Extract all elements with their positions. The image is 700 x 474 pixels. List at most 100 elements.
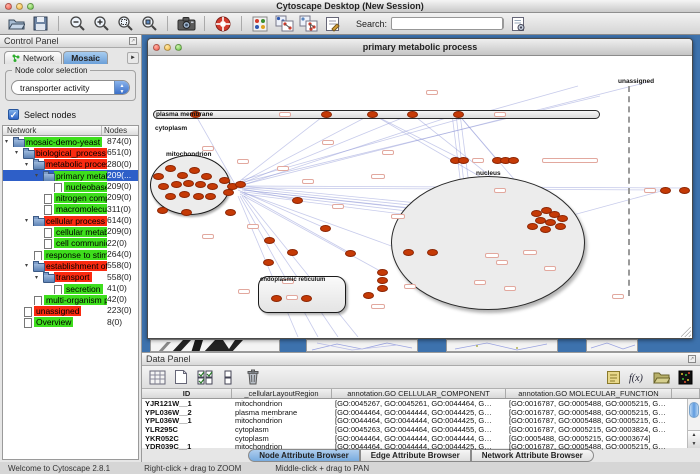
table-cell[interactable]: YPL036W__2 (142, 408, 232, 417)
select-attributes-button[interactable] (195, 368, 215, 387)
col-header-region[interactable]: _cellularLayoutRegion (232, 389, 332, 398)
select-nodes-checkbox[interactable]: ✓ (8, 109, 19, 120)
table-cell[interactable]: cytoplasm (232, 434, 332, 443)
table-cell[interactable]: cytoplasm (232, 425, 332, 434)
tree-expand-icon[interactable]: ▾ (25, 161, 33, 168)
table-cell[interactable]: [GO:0016787, GO:0005488, GO:0005215, G… (506, 416, 672, 425)
table-row[interactable]: YKR052Ccytoplasm[GO:0044464, GO:0044444,… (142, 434, 700, 443)
tree-item[interactable]: unassigned223(0) (3, 305, 138, 316)
network-node[interactable] (177, 172, 188, 179)
overlay-network-a-button[interactable] (274, 14, 294, 33)
tree-expand-icon[interactable]: ▾ (35, 274, 43, 281)
window-resize-grip[interactable] (681, 327, 691, 337)
network-edge[interactable] (238, 196, 298, 337)
table-cell[interactable]: YKR052C (142, 434, 232, 443)
node-color-dropdown[interactable]: transporter activity ▲▼ (11, 80, 130, 95)
background-window[interactable] (306, 339, 418, 352)
network-node[interactable] (165, 193, 176, 200)
network-node[interactable] (407, 111, 418, 118)
network-node[interactable] (377, 269, 388, 276)
tree-expand-icon[interactable]: ▾ (35, 172, 43, 179)
network-edge[interactable] (236, 114, 326, 184)
network-node[interactable] (287, 249, 298, 256)
tree-item[interactable]: ▾establishment of lo558(0) (3, 260, 138, 271)
network-node[interactable] (555, 223, 566, 230)
network-node[interactable] (165, 165, 176, 172)
tree-item[interactable]: ▾cellular process614(0) (3, 215, 138, 226)
network-node[interactable] (403, 249, 414, 256)
table-row[interactable]: YJR121W__1mitochondrion[GO:0045267, GO:0… (142, 399, 700, 408)
network-node[interactable] (181, 209, 192, 216)
new-attribute-button[interactable] (171, 368, 191, 387)
zoom-in-button[interactable] (91, 14, 111, 33)
table-row[interactable]: YLR295Ccytoplasm[GO:0045263, GO:0044464,… (142, 425, 700, 434)
tree-item[interactable]: cellular metabo209(0) (3, 226, 138, 237)
tree-item[interactable]: ▾biological_process651(0) (3, 147, 138, 158)
tree-item[interactable]: ▾primary metab209(... (3, 170, 138, 181)
overlay-network-b-button[interactable] (298, 14, 318, 33)
network-node[interactable] (179, 191, 190, 198)
background-window[interactable] (446, 339, 558, 352)
table-scrollbar[interactable]: ▲▼ (687, 399, 700, 448)
table-cell[interactable]: [GO:0016787, GO:0005488, GO:0005215, G… (506, 442, 672, 451)
tree-expand-icon[interactable]: ▾ (25, 262, 33, 269)
help-button[interactable] (213, 14, 233, 33)
network-node[interactable] (171, 181, 182, 188)
tree-item[interactable]: secretion41(0) (3, 283, 138, 294)
tree-item[interactable]: macromolecule311(0) (3, 204, 138, 215)
table-cell[interactable]: YDR039C__1 (142, 442, 232, 451)
tab-network[interactable]: Network (4, 51, 62, 64)
tree-item[interactable]: nitrogen compo209(0) (3, 192, 138, 203)
network-node[interactable] (527, 223, 538, 230)
network-edge[interactable] (562, 190, 665, 218)
network-node[interactable] (427, 249, 438, 256)
float-panel-icon[interactable]: ↗ (688, 355, 696, 363)
search-config-button[interactable] (508, 14, 528, 33)
network-node[interactable] (345, 250, 356, 257)
background-window[interactable] (150, 339, 280, 352)
network-node[interactable] (453, 111, 464, 118)
tree-item[interactable]: multi-organism pro42(0) (3, 294, 138, 305)
scrollbar-arrows[interactable]: ▲▼ (688, 430, 700, 448)
table-cell[interactable]: [GO:0044464, GO:0044444, GO:0044425, G… (332, 416, 506, 425)
save-session-button[interactable] (30, 14, 50, 33)
col-header-molecular-function[interactable]: annotation.GO MOLECULAR_FUNCTION (506, 389, 672, 398)
network-node[interactable] (679, 187, 690, 194)
table-cell[interactable]: [GO:0044464, GO:0044444, GO:0044444, G… (332, 434, 506, 443)
table-row[interactable]: YPL036W__1mitochondrion[GO:0044464, GO:0… (142, 416, 700, 425)
col-header-id[interactable]: ID (142, 389, 232, 398)
delete-attribute-button[interactable] (243, 368, 263, 387)
tree-item[interactable]: ▾metabolic process280(0) (3, 159, 138, 170)
network-node[interactable] (225, 209, 236, 216)
network-node[interactable] (183, 180, 194, 187)
network-node[interactable] (264, 237, 275, 244)
table-cell[interactable]: YJR121W__1 (142, 399, 232, 408)
attribute-matrix-button[interactable] (675, 368, 695, 387)
network-node[interactable] (540, 226, 551, 233)
table-cell[interactable]: [GO:0044464, GO:0044444, GO:0044425, G… (332, 442, 506, 451)
table-cell[interactable]: [GO:0044464, GO:0044444, GO:0044425, G… (332, 408, 506, 417)
network-node[interactable] (235, 181, 246, 188)
tree-expand-icon[interactable]: ▾ (5, 138, 13, 145)
col-header-cellular-component[interactable]: annotation.GO CELLULAR_COMPONENT (332, 389, 506, 398)
table-cell[interactable]: mitochondrion (232, 442, 332, 451)
network-node[interactable] (271, 295, 282, 302)
table-cell[interactable]: mitochondrion (232, 416, 332, 425)
table-row[interactable]: YPL036W__2plasma membrane[GO:0044464, GO… (142, 408, 700, 417)
network-node[interactable] (153, 173, 164, 180)
tree-item[interactable]: response to stimul264(0) (3, 249, 138, 260)
table-cell[interactable]: plasma membrane (232, 408, 332, 417)
tree-expand-icon[interactable]: ▾ (15, 149, 23, 156)
tree-col-nodes[interactable]: Nodes (102, 126, 138, 135)
network-node[interactable] (377, 285, 388, 292)
tree-item[interactable]: nucleobase-209(0) (3, 181, 138, 192)
tree-item[interactable]: ▾transport558(0) (3, 272, 138, 283)
network-node[interactable] (205, 193, 216, 200)
network-node[interactable] (545, 219, 556, 226)
zoom-selected-button[interactable] (139, 14, 159, 33)
table-cell[interactable]: [GO:0045267, GO:0045261, GO:0044464, G… (332, 399, 506, 408)
network-node[interactable] (292, 197, 303, 204)
network-node[interactable] (320, 225, 331, 232)
scrollbar-thumb[interactable] (689, 402, 699, 418)
load-attributes-button[interactable] (651, 368, 671, 387)
